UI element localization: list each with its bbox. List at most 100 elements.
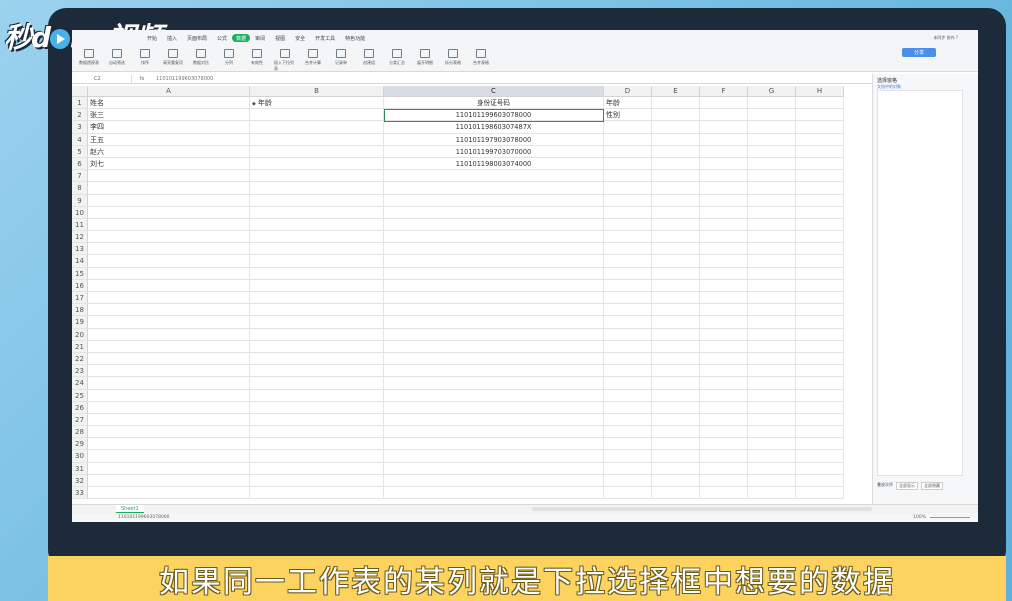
cell-G26[interactable] (748, 401, 796, 414)
cell-D3[interactable] (604, 121, 652, 134)
cell-B20[interactable] (250, 328, 384, 341)
cell-C2[interactable]: 110101199603078000 (384, 109, 604, 122)
cell-D8[interactable] (604, 182, 652, 195)
fx-icon[interactable]: fx (132, 76, 152, 82)
cell-D7[interactable] (604, 170, 652, 183)
cell-F4[interactable] (700, 133, 748, 146)
cell-G23[interactable] (748, 365, 796, 378)
cell-B3[interactable] (250, 121, 384, 134)
cell-G7[interactable] (748, 170, 796, 183)
cell-C20[interactable] (384, 328, 604, 341)
cell-A14[interactable] (88, 255, 250, 268)
cell-D25[interactable] (604, 389, 652, 402)
ribbon-button-10[interactable]: 创建组 (358, 46, 380, 66)
row-header[interactable]: 16 (72, 279, 88, 292)
cell-G29[interactable] (748, 438, 796, 451)
row-header[interactable]: 25 (72, 389, 88, 402)
cell-C18[interactable] (384, 304, 604, 317)
cell-A13[interactable] (88, 243, 250, 256)
menu-3[interactable]: 公式 (212, 30, 232, 46)
cell-D2[interactable]: 性别 (604, 109, 652, 122)
cell-E14[interactable] (652, 255, 700, 268)
cell-D9[interactable] (604, 194, 652, 207)
cell-E31[interactable] (652, 462, 700, 475)
cell-E10[interactable] (652, 206, 700, 219)
cell-C1[interactable]: 身份证号码 (384, 97, 604, 110)
cell-F25[interactable] (700, 389, 748, 402)
ribbon-button-12[interactable]: 展开明细 (414, 46, 436, 66)
cell-A33[interactable] (88, 487, 250, 500)
cell-A4[interactable]: 王五 (88, 133, 250, 146)
cell-D26[interactable] (604, 401, 652, 414)
column-header-G[interactable]: G (748, 86, 796, 96)
cell-F1[interactable] (700, 97, 748, 110)
cell-F23[interactable] (700, 365, 748, 378)
ribbon-button-4[interactable]: 数据对比 (190, 46, 212, 66)
cell-H30[interactable] (796, 450, 844, 463)
cell-F20[interactable] (700, 328, 748, 341)
cell-E25[interactable] (652, 389, 700, 402)
cell-G30[interactable] (748, 450, 796, 463)
menu-5[interactable]: 审阅 (250, 30, 270, 46)
row-header[interactable]: 7 (72, 170, 88, 183)
cell-A1[interactable]: 姓名 (88, 97, 250, 110)
cell-F17[interactable] (700, 292, 748, 305)
cell-C30[interactable] (384, 450, 604, 463)
cell-B9[interactable] (250, 194, 384, 207)
cell-A30[interactable] (88, 450, 250, 463)
menu-6[interactable]: 视图 (270, 30, 290, 46)
menu-4[interactable]: 数据 (232, 34, 251, 42)
cell-F19[interactable] (700, 316, 748, 329)
cell-B10[interactable] (250, 206, 384, 219)
cell-D19[interactable] (604, 316, 652, 329)
cell-E27[interactable] (652, 413, 700, 427)
top-right-controls[interactable]: 未同步 协作 ? (933, 35, 958, 41)
cell-G22[interactable] (748, 352, 796, 366)
cell-F5[interactable] (700, 145, 748, 158)
menu-1[interactable]: 插入 (162, 30, 182, 46)
cell-H5[interactable] (796, 145, 844, 158)
cell-D10[interactable] (604, 206, 652, 219)
cell-G8[interactable] (748, 182, 796, 195)
hide-all-button[interactable]: 全部隐藏 (921, 482, 943, 490)
cell-H33[interactable] (796, 487, 844, 500)
cell-A21[interactable] (88, 340, 250, 353)
cell-C23[interactable] (384, 365, 604, 378)
ribbon-button-11[interactable]: 分类汇总 (386, 46, 408, 66)
row-header[interactable]: 3 (72, 121, 88, 134)
cell-C31[interactable] (384, 462, 604, 475)
cell-A20[interactable] (88, 328, 250, 341)
cell-G14[interactable] (748, 255, 796, 268)
cell-B8[interactable] (250, 182, 384, 195)
cell-H3[interactable] (796, 121, 844, 134)
row-header[interactable]: 4 (72, 133, 88, 146)
cell-H22[interactable] (796, 352, 844, 366)
cell-H27[interactable] (796, 413, 844, 427)
cell-B13[interactable] (250, 243, 384, 256)
cell-G32[interactable] (748, 474, 796, 487)
cell-A6[interactable]: 刘七 (88, 157, 250, 171)
cell-B12[interactable] (250, 231, 384, 244)
cell-A18[interactable] (88, 304, 250, 317)
cell-B17[interactable] (250, 292, 384, 305)
cell-E17[interactable] (652, 292, 700, 305)
cell-G12[interactable] (748, 231, 796, 244)
ribbon-button-9[interactable]: 记录单 (330, 46, 352, 66)
cell-B6[interactable] (250, 157, 384, 171)
cell-G9[interactable] (748, 194, 796, 207)
cell-G24[interactable] (748, 377, 796, 390)
cell-B5[interactable] (250, 145, 384, 158)
cell-B30[interactable] (250, 450, 384, 463)
cell-H32[interactable] (796, 474, 844, 487)
cell-A32[interactable] (88, 474, 250, 487)
cell-A26[interactable] (88, 401, 250, 414)
row-header[interactable]: 6 (72, 157, 88, 171)
cell-D33[interactable] (604, 487, 652, 500)
cell-G5[interactable] (748, 145, 796, 158)
cell-F7[interactable] (700, 170, 748, 183)
ribbon-button-14[interactable]: 合并表格 (470, 46, 492, 66)
row-header[interactable]: 5 (72, 145, 88, 158)
cell-B33[interactable] (250, 487, 384, 500)
column-header-B[interactable]: B (250, 86, 384, 96)
cell-B23[interactable] (250, 365, 384, 378)
